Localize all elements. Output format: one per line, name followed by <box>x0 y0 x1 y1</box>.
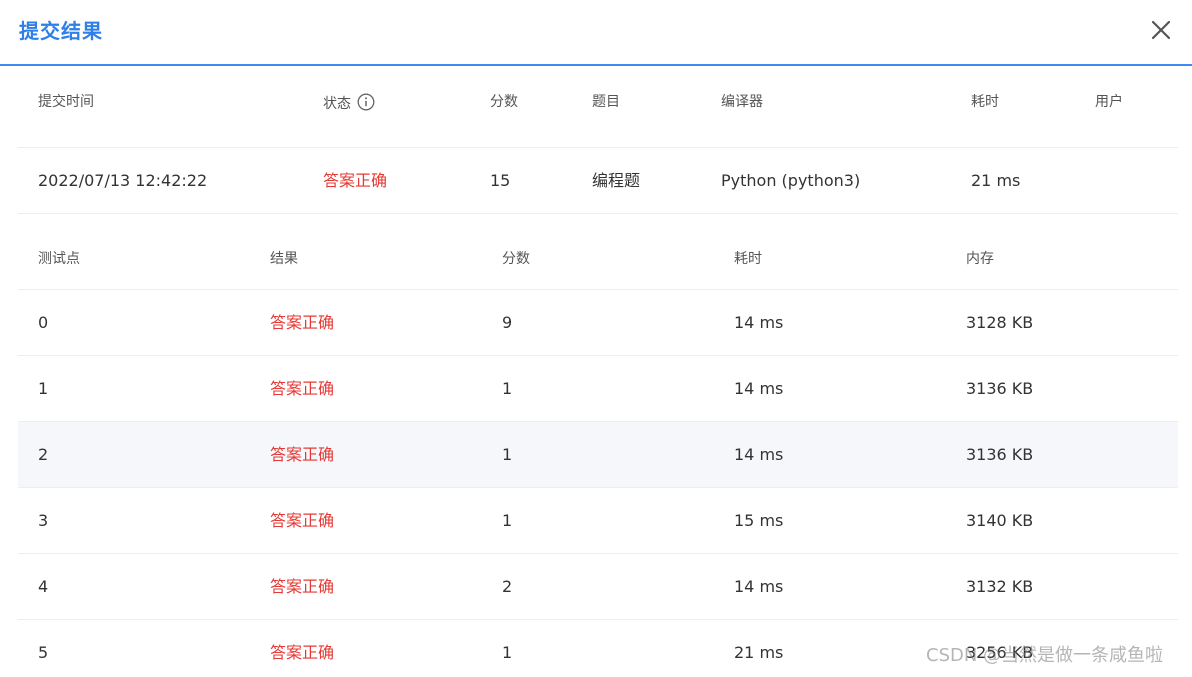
compiler-value: Python (python3) <box>721 171 861 190</box>
dialog-header: 提交结果 <box>0 0 1192 66</box>
header-score: 分数 <box>490 94 518 110</box>
header-user: 用户 <box>1095 94 1123 110</box>
testcase-memory: 3132 KB <box>966 577 1034 596</box>
testcase-memory: 3136 KB <box>966 445 1034 464</box>
close-icon <box>1151 20 1171 40</box>
info-icon[interactable] <box>357 93 375 116</box>
testcase-score: 1 <box>502 643 513 662</box>
submit-time: 2022/07/13 12:42:22 <box>38 171 208 190</box>
testcase-result: 答案正确 <box>270 379 335 398</box>
header-memory: 内存 <box>966 251 994 267</box>
header-status-label: 状态 <box>323 96 351 112</box>
score-value: 15 <box>490 171 511 190</box>
submission-summary-table: 提交时间 状态 分数 题目 编译器 耗时 用户 2022/07/13 12:42… <box>18 66 1178 214</box>
testcase-result: 答案正确 <box>270 313 335 332</box>
table-row: 0 答案正确 9 14 ms 3128 KB <box>18 290 1178 356</box>
header-tc-score: 分数 <box>502 251 530 267</box>
submission-result-dialog: 提交结果 提交时间 状态 分数 题目 编译器 耗时 用户 2022/07/13 … <box>0 0 1192 677</box>
testcase-memory: 3136 KB <box>966 379 1034 398</box>
testcase-score: 1 <box>502 379 513 398</box>
dialog-title: 提交结果 <box>19 19 103 43</box>
header-compiler: 编译器 <box>721 94 763 110</box>
testcase-elapsed: 14 ms <box>734 445 784 464</box>
header-tc-elapsed: 耗时 <box>734 251 762 267</box>
testcase-elapsed: 14 ms <box>734 313 784 332</box>
testcase-score: 9 <box>502 313 513 332</box>
testcase-table: 测试点 结果 分数 耗时 内存 0 答案正确 9 14 ms 3128 KB 1… <box>18 214 1178 677</box>
close-button[interactable] <box>1148 17 1174 43</box>
watermark: CSDN @当然是做一条咸鱼啦 <box>926 645 1164 666</box>
summary-row: 2022/07/13 12:42:22 答案正确 15 编程题 Python (… <box>18 148 1178 214</box>
header-submit-time: 提交时间 <box>38 94 94 110</box>
testcase-elapsed: 15 ms <box>734 511 784 530</box>
testcase-memory: 3128 KB <box>966 313 1034 332</box>
summary-header-row: 提交时间 状态 分数 题目 编译器 耗时 用户 <box>18 66 1178 148</box>
header-status: 状态 <box>323 93 375 116</box>
header-elapsed: 耗时 <box>971 94 999 110</box>
table-row: 1 答案正确 1 14 ms 3136 KB <box>18 356 1178 422</box>
testcase-memory: 3140 KB <box>966 511 1034 530</box>
header-result: 结果 <box>270 251 298 267</box>
table-row: 2 答案正确 1 14 ms 3136 KB <box>18 422 1178 488</box>
header-testcase: 测试点 <box>38 251 80 267</box>
testcase-result: 答案正确 <box>270 511 335 530</box>
status-value: 答案正确 <box>323 171 388 190</box>
testcase-score: 1 <box>502 511 513 530</box>
testcase-header-row: 测试点 结果 分数 耗时 内存 <box>18 214 1178 290</box>
testcase-id: 2 <box>38 445 49 464</box>
testcase-result: 答案正确 <box>270 577 335 596</box>
testcase-elapsed: 14 ms <box>734 577 784 596</box>
testcase-id: 0 <box>38 313 49 332</box>
testcase-elapsed: 14 ms <box>734 379 784 398</box>
problem-value: 编程题 <box>592 171 641 190</box>
testcase-result: 答案正确 <box>270 643 335 662</box>
table-row: 3 答案正确 1 15 ms 3140 KB <box>18 488 1178 554</box>
testcase-result: 答案正确 <box>270 445 335 464</box>
testcase-id: 5 <box>38 643 49 662</box>
testcase-score: 1 <box>502 445 513 464</box>
header-problem: 题目 <box>592 94 620 110</box>
table-row: 4 答案正确 2 14 ms 3132 KB <box>18 554 1178 620</box>
testcase-score: 2 <box>502 577 513 596</box>
testcase-id: 4 <box>38 577 49 596</box>
testcase-id: 3 <box>38 511 49 530</box>
testcase-elapsed: 21 ms <box>734 643 784 662</box>
elapsed-value: 21 ms <box>971 171 1021 190</box>
testcase-id: 1 <box>38 379 49 398</box>
